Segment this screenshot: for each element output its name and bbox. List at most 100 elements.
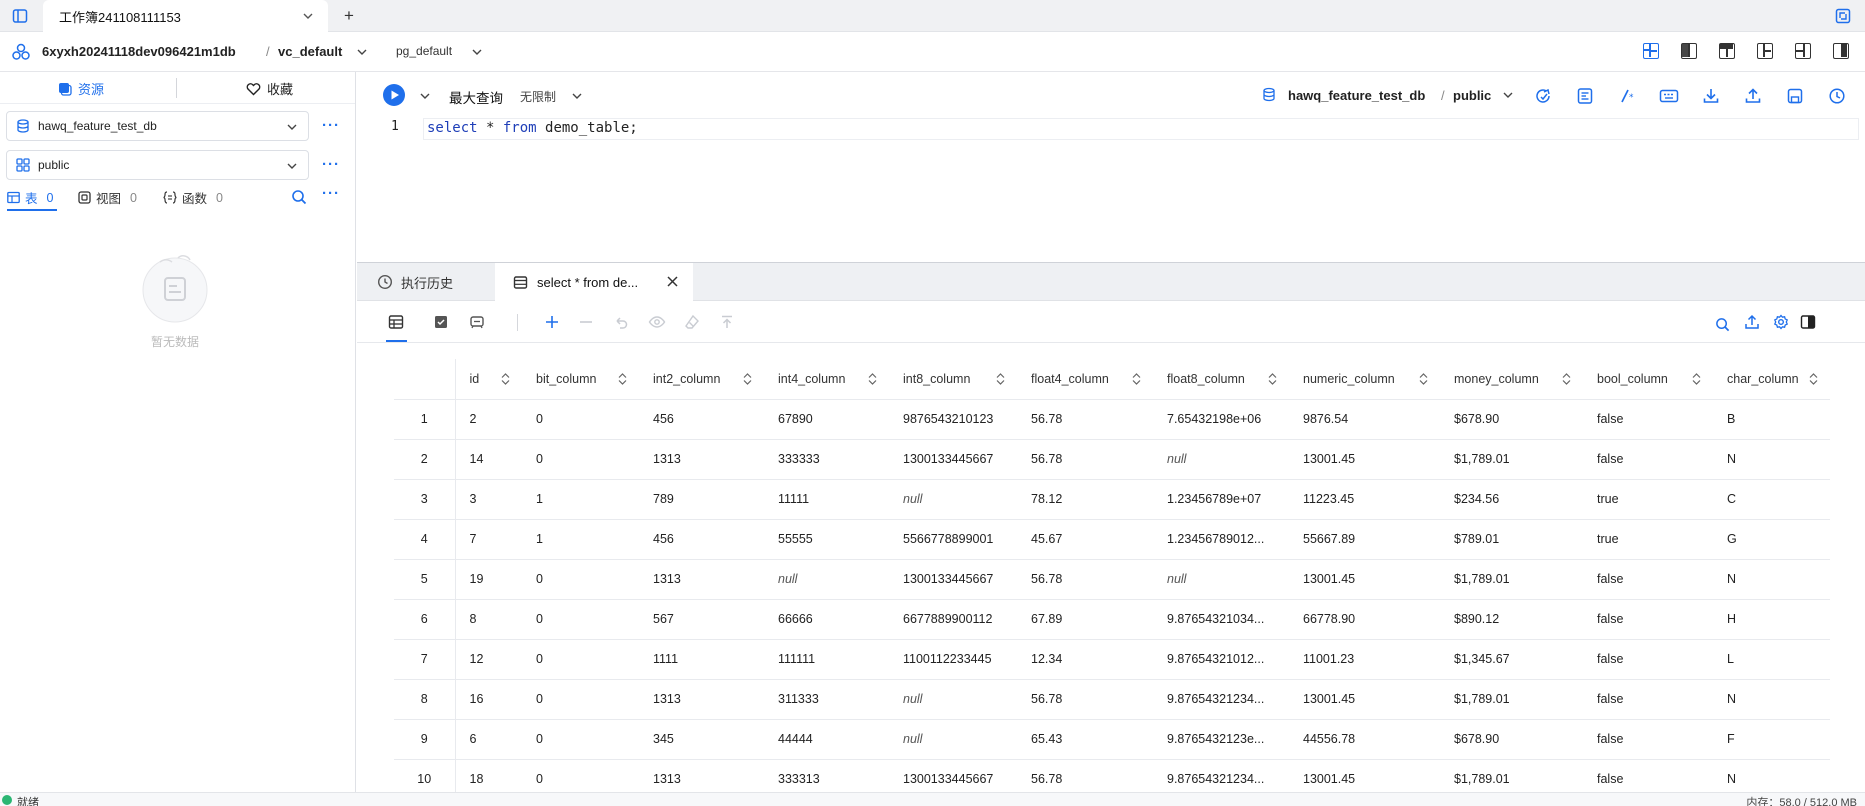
- table-cell[interactable]: 333333: [764, 439, 889, 480]
- column-header-numeric-column[interactable]: numeric_column: [1289, 359, 1440, 400]
- table-cell[interactable]: 65.43: [1017, 719, 1153, 760]
- table-cell[interactable]: null: [1153, 439, 1289, 480]
- table-cell[interactable]: 2: [455, 399, 522, 440]
- table-cell[interactable]: 44444: [764, 719, 889, 760]
- table-cell[interactable]: 1300133445667: [889, 559, 1017, 600]
- table-cell[interactable]: 1.23456789012...: [1153, 519, 1289, 560]
- settings-gear-icon[interactable]: [1773, 314, 1789, 330]
- table-row[interactable]: 4 7 1 456 55555 5566778899001 45.67 1.234567890…: [394, 519, 1830, 560]
- table-cell[interactable]: 45.67: [1017, 519, 1153, 560]
- tab-functions[interactable]: 函数 0: [163, 188, 223, 207]
- delete-row-icon[interactable]: [578, 314, 594, 330]
- table-cell[interactable]: 55667.89: [1289, 519, 1440, 560]
- table-cell[interactable]: 66778.90: [1289, 599, 1440, 640]
- table-cell[interactable]: null: [889, 679, 1017, 720]
- table-row[interactable]: 8 16 0 1313 311333 null 56.78 9.87654321234... 1…: [394, 679, 1830, 720]
- table-cell[interactable]: 1100112233445: [889, 639, 1017, 680]
- table-cell[interactable]: 6677889900112: [889, 599, 1017, 640]
- object-more-button[interactable]: ···: [322, 185, 340, 202]
- chevron-down-icon[interactable]: [571, 90, 583, 102]
- submit-upload-icon[interactable]: [719, 314, 735, 330]
- table-cell[interactable]: H: [1713, 599, 1830, 640]
- table-cell[interactable]: 111111: [764, 639, 889, 680]
- sort-icon[interactable]: [1562, 373, 1571, 385]
- table-cell[interactable]: false: [1583, 559, 1713, 600]
- upload-icon[interactable]: [1743, 86, 1763, 106]
- table-cell[interactable]: L: [1713, 639, 1830, 680]
- column-header-bool-column[interactable]: bool_column: [1583, 359, 1713, 400]
- preview-eye-icon[interactable]: [648, 314, 666, 330]
- tab-tables[interactable]: 表 0: [7, 188, 53, 207]
- sort-icon[interactable]: [743, 373, 752, 385]
- table-cell[interactable]: 19: [455, 559, 522, 600]
- save-icon[interactable]: [1785, 86, 1805, 106]
- table-cell[interactable]: false: [1583, 599, 1713, 640]
- sort-icon[interactable]: [868, 373, 877, 385]
- layout-5-icon[interactable]: [1795, 43, 1811, 59]
- table-cell[interactable]: 13001.45: [1289, 679, 1440, 720]
- table-cell[interactable]: 11223.45: [1289, 479, 1440, 520]
- chevron-down-icon[interactable]: [1502, 89, 1514, 101]
- table-row[interactable]: 1 2 0 456 67890 9876543210123 56.78 7.65432198e…: [394, 399, 1830, 440]
- sort-icon[interactable]: [1132, 373, 1141, 385]
- add-row-icon[interactable]: [544, 314, 560, 330]
- table-cell[interactable]: null: [764, 559, 889, 600]
- workbook-tab[interactable]: 工作簿241108111153: [43, 0, 328, 32]
- table-cell[interactable]: false: [1583, 399, 1713, 440]
- table-cell[interactable]: 12: [455, 639, 522, 680]
- table-cell[interactable]: 13001.45: [1289, 559, 1440, 600]
- sort-icon[interactable]: [618, 373, 627, 385]
- close-icon[interactable]: [666, 275, 679, 288]
- table-row[interactable]: 2 14 0 1313 333333 1300133445667 56.78 null 1300…: [394, 439, 1830, 480]
- table-cell[interactable]: 56.78: [1017, 559, 1153, 600]
- layout-4-icon[interactable]: [1757, 43, 1773, 59]
- sort-icon[interactable]: [1268, 373, 1277, 385]
- table-cell[interactable]: 9.87654321034...: [1153, 599, 1289, 640]
- table-cell[interactable]: $1,789.01: [1440, 559, 1583, 600]
- sidebar-toggle-icon[interactable]: [12, 8, 28, 24]
- maximize-icon[interactable]: [1835, 8, 1851, 24]
- table-cell[interactable]: true: [1583, 519, 1713, 560]
- database-select[interactable]: hawq_feature_test_db: [6, 111, 309, 141]
- run-query-button[interactable]: [383, 84, 405, 106]
- table-cell[interactable]: 56.78: [1017, 399, 1153, 440]
- tab-resources[interactable]: 资源: [58, 79, 104, 98]
- table-cell[interactable]: N: [1713, 679, 1830, 720]
- search-results-icon[interactable]: [1715, 317, 1730, 332]
- table-cell[interactable]: N: [1713, 559, 1830, 600]
- table-cell[interactable]: null: [1153, 559, 1289, 600]
- tab-query-result[interactable]: select * from de...: [495, 263, 693, 301]
- clear-eraser-icon[interactable]: [684, 314, 700, 330]
- table-cell[interactable]: 5566778899001: [889, 519, 1017, 560]
- export-icon[interactable]: [1744, 314, 1760, 330]
- table-cell[interactable]: $1,789.01: [1440, 439, 1583, 480]
- table-cell[interactable]: 56.78: [1017, 439, 1153, 480]
- table-cell[interactable]: 11001.23: [1289, 639, 1440, 680]
- table-cell[interactable]: 44556.78: [1289, 719, 1440, 760]
- history-clock-icon[interactable]: [1827, 86, 1847, 106]
- column-header-bit-column[interactable]: bit_column: [522, 359, 639, 400]
- table-cell[interactable]: $890.12: [1440, 599, 1583, 640]
- table-cell[interactable]: 1.23456789e+07: [1153, 479, 1289, 520]
- keyboard-icon[interactable]: [1659, 86, 1679, 106]
- table-cell[interactable]: 67.89: [1017, 599, 1153, 640]
- table-cell[interactable]: 9876543210123: [889, 399, 1017, 440]
- table-cell[interactable]: 67890: [764, 399, 889, 440]
- table-cell[interactable]: 1: [522, 519, 639, 560]
- table-cell[interactable]: 12.34: [1017, 639, 1153, 680]
- table-cell[interactable]: 8: [455, 599, 522, 640]
- sort-icon[interactable]: [1809, 373, 1818, 385]
- table-row[interactable]: 9 6 0 345 44444 null 65.43 9.8765432123e... 4455…: [394, 719, 1830, 760]
- table-cell[interactable]: $678.90: [1440, 399, 1583, 440]
- pg-selector[interactable]: pg_default: [396, 44, 452, 58]
- table-cell[interactable]: false: [1583, 719, 1713, 760]
- explain-icon[interactable]: [1533, 86, 1553, 106]
- code-line[interactable]: 1 select * from demo_table;: [357, 118, 1865, 140]
- table-cell[interactable]: 0: [522, 399, 639, 440]
- column-header-char-column[interactable]: char_column: [1713, 359, 1830, 400]
- table-cell[interactable]: F: [1713, 719, 1830, 760]
- table-cell[interactable]: 9.87654321012...: [1153, 639, 1289, 680]
- table-cell[interactable]: $1,345.67: [1440, 639, 1583, 680]
- sort-icon[interactable]: [996, 373, 1005, 385]
- table-cell[interactable]: 78.12: [1017, 479, 1153, 520]
